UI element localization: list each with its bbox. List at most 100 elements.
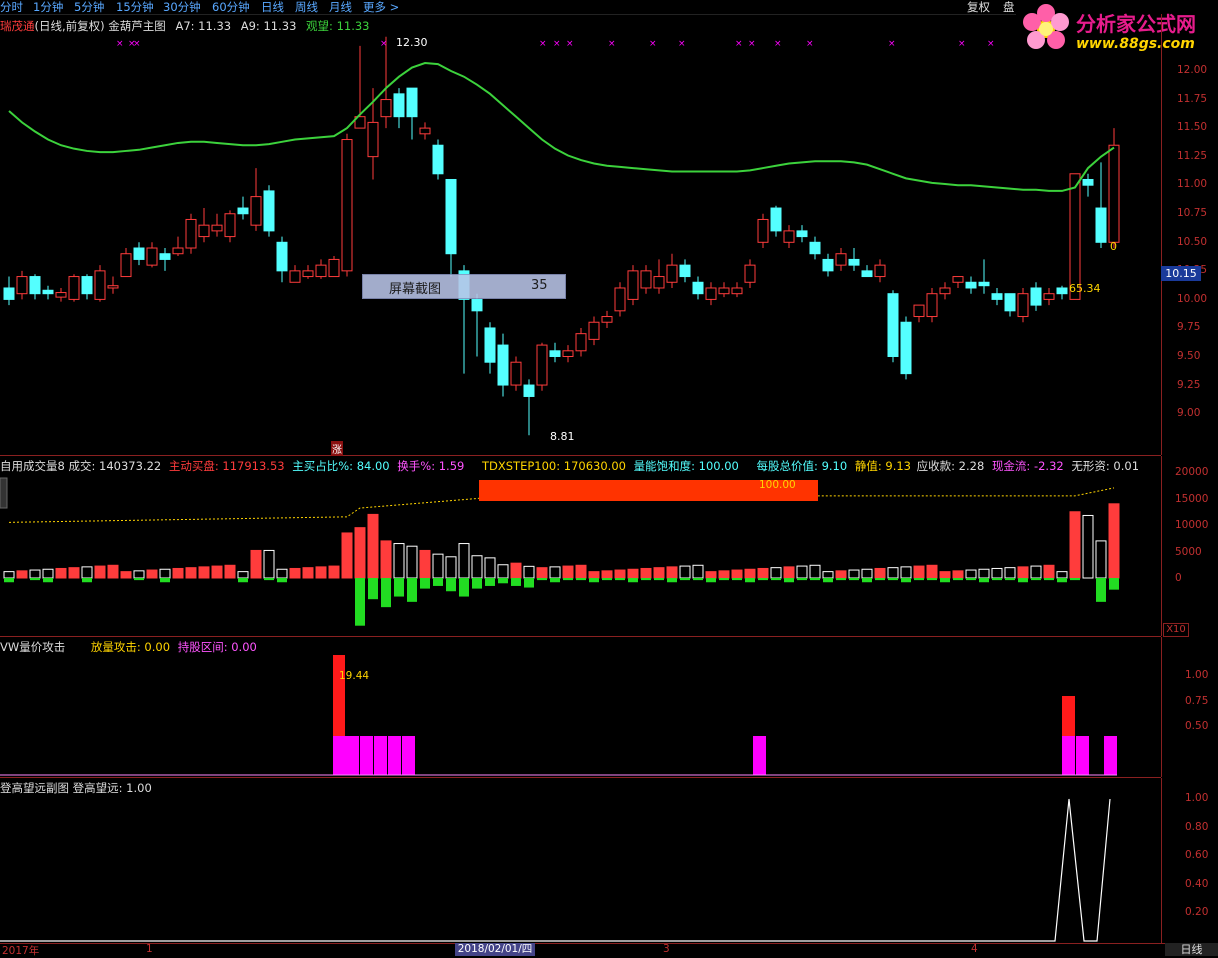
price-tick-label: 9.25 (1177, 378, 1201, 391)
candle-body (575, 333, 587, 352)
candle-body (55, 292, 67, 298)
tdxstep-value: TDXSTEP100: 170630.00 (482, 459, 626, 473)
candle-body (484, 327, 496, 363)
volume-bar (575, 564, 587, 579)
volume-down-bar (628, 578, 638, 583)
candle-body (107, 285, 119, 289)
candle-body (1108, 144, 1120, 243)
candle-body (302, 270, 314, 278)
candle-body (900, 321, 912, 375)
price-tick-label: 11.00 (1177, 178, 1208, 191)
saturation-bar-label: 100.00 (759, 479, 796, 491)
volume-down-bar (407, 578, 417, 602)
candle-body (367, 121, 379, 158)
volume-bar (588, 571, 600, 579)
candle-body (42, 289, 54, 295)
kline-chart[interactable]: × × × × × × × × × × × × × × ×× × (0, 0, 1161, 956)
volume-down-bar (966, 578, 976, 581)
price-tick-label: 10.75 (1177, 207, 1208, 219)
signal-marker: × (748, 39, 756, 49)
signal-marker: × (987, 39, 995, 49)
volume-down-bar (498, 578, 508, 584)
volume-down-bar (706, 578, 716, 583)
volume-down-bar (602, 578, 612, 581)
nav-value: 每股总价值: 9.10 (756, 459, 848, 473)
volume-down-bar (862, 578, 872, 583)
candle-body (341, 139, 353, 272)
candle-body (120, 253, 132, 278)
volume-down-bar (680, 578, 690, 581)
candle-body (809, 241, 821, 255)
volume-tick-label: 10000 (1175, 519, 1209, 531)
volume-bar (42, 568, 54, 579)
volume-bar (744, 568, 756, 579)
candle-body (289, 270, 301, 283)
volume-bar (796, 565, 808, 579)
volume-bar (1004, 567, 1016, 579)
volume-down-bar (654, 578, 664, 581)
volume-down-bar (823, 578, 833, 583)
candle-body (250, 196, 262, 226)
volume-down-bar (667, 578, 677, 583)
volume-down-bar (160, 578, 170, 583)
volume-bar (692, 564, 704, 579)
candle-body (822, 258, 834, 272)
volume-down-bar (277, 578, 287, 583)
attack-hold-bar (360, 736, 373, 775)
candle-body (276, 241, 288, 272)
candle-body (744, 264, 756, 283)
volume-bar (978, 568, 990, 579)
volume-tick-label: 15000 (1175, 492, 1209, 505)
screenshot-overlay[interactable]: 屏幕截图 35 (362, 274, 566, 299)
candle-body (874, 264, 886, 278)
volume-bar (120, 571, 132, 579)
volume-bar (1069, 511, 1081, 579)
price-tick-label: 11.50 (1177, 121, 1208, 134)
signal-marker: × (649, 39, 657, 49)
volume-bar (315, 566, 327, 579)
volume-bar (523, 565, 535, 579)
candle-body (1056, 287, 1068, 295)
volume-bar (29, 569, 41, 579)
candle-body (601, 316, 613, 323)
candle-body (1043, 293, 1055, 300)
candle-body (653, 276, 665, 289)
volume-bar (1108, 503, 1120, 579)
candle-body (965, 281, 977, 289)
volume-bar (341, 532, 353, 579)
volume-down-bar (1096, 578, 1106, 602)
ma-line (8, 61, 1115, 192)
volume-bar (666, 566, 678, 579)
volume-bar (471, 555, 483, 579)
volume-bar (250, 549, 262, 579)
volume-down-bar (4, 578, 14, 583)
volume-down-bar (875, 578, 885, 581)
rise-marker: 涨 (331, 441, 343, 456)
volume-down-bar (758, 578, 768, 581)
volume-down-bar (914, 578, 924, 581)
candle-body (705, 287, 717, 300)
climb-tick-label: 0.20 (1185, 906, 1209, 918)
attack-legend: VW量价攻击 放量攻击: 0.00 持股区间: 0.00 (0, 639, 257, 655)
volume-indicator-name: 自用成交量8 (0, 459, 65, 473)
price-tick-label: 9.00 (1177, 407, 1201, 420)
volume-bar (107, 564, 119, 579)
signal-marker: × (380, 39, 388, 49)
attack-tick-label: 1.00 (1185, 669, 1209, 681)
right-value-label: 0 (1110, 240, 1117, 253)
volume-bar (159, 568, 171, 579)
volume-down-bar (810, 578, 820, 581)
price-tick-label: 11.25 (1177, 149, 1208, 162)
climb-line (0, 798, 1111, 942)
signal-marker: × (553, 39, 561, 49)
volume-bar (185, 567, 197, 579)
volume-down-bar (849, 578, 859, 581)
candle-body (757, 218, 769, 243)
volume-bar (211, 565, 223, 579)
volume-down-bar (589, 578, 599, 583)
signal-marker: × (888, 39, 896, 49)
volume-bar (679, 565, 691, 579)
attack-hold-bar (753, 736, 766, 775)
period-indicator[interactable]: 日线 (1165, 943, 1218, 956)
candle-body (198, 224, 210, 238)
